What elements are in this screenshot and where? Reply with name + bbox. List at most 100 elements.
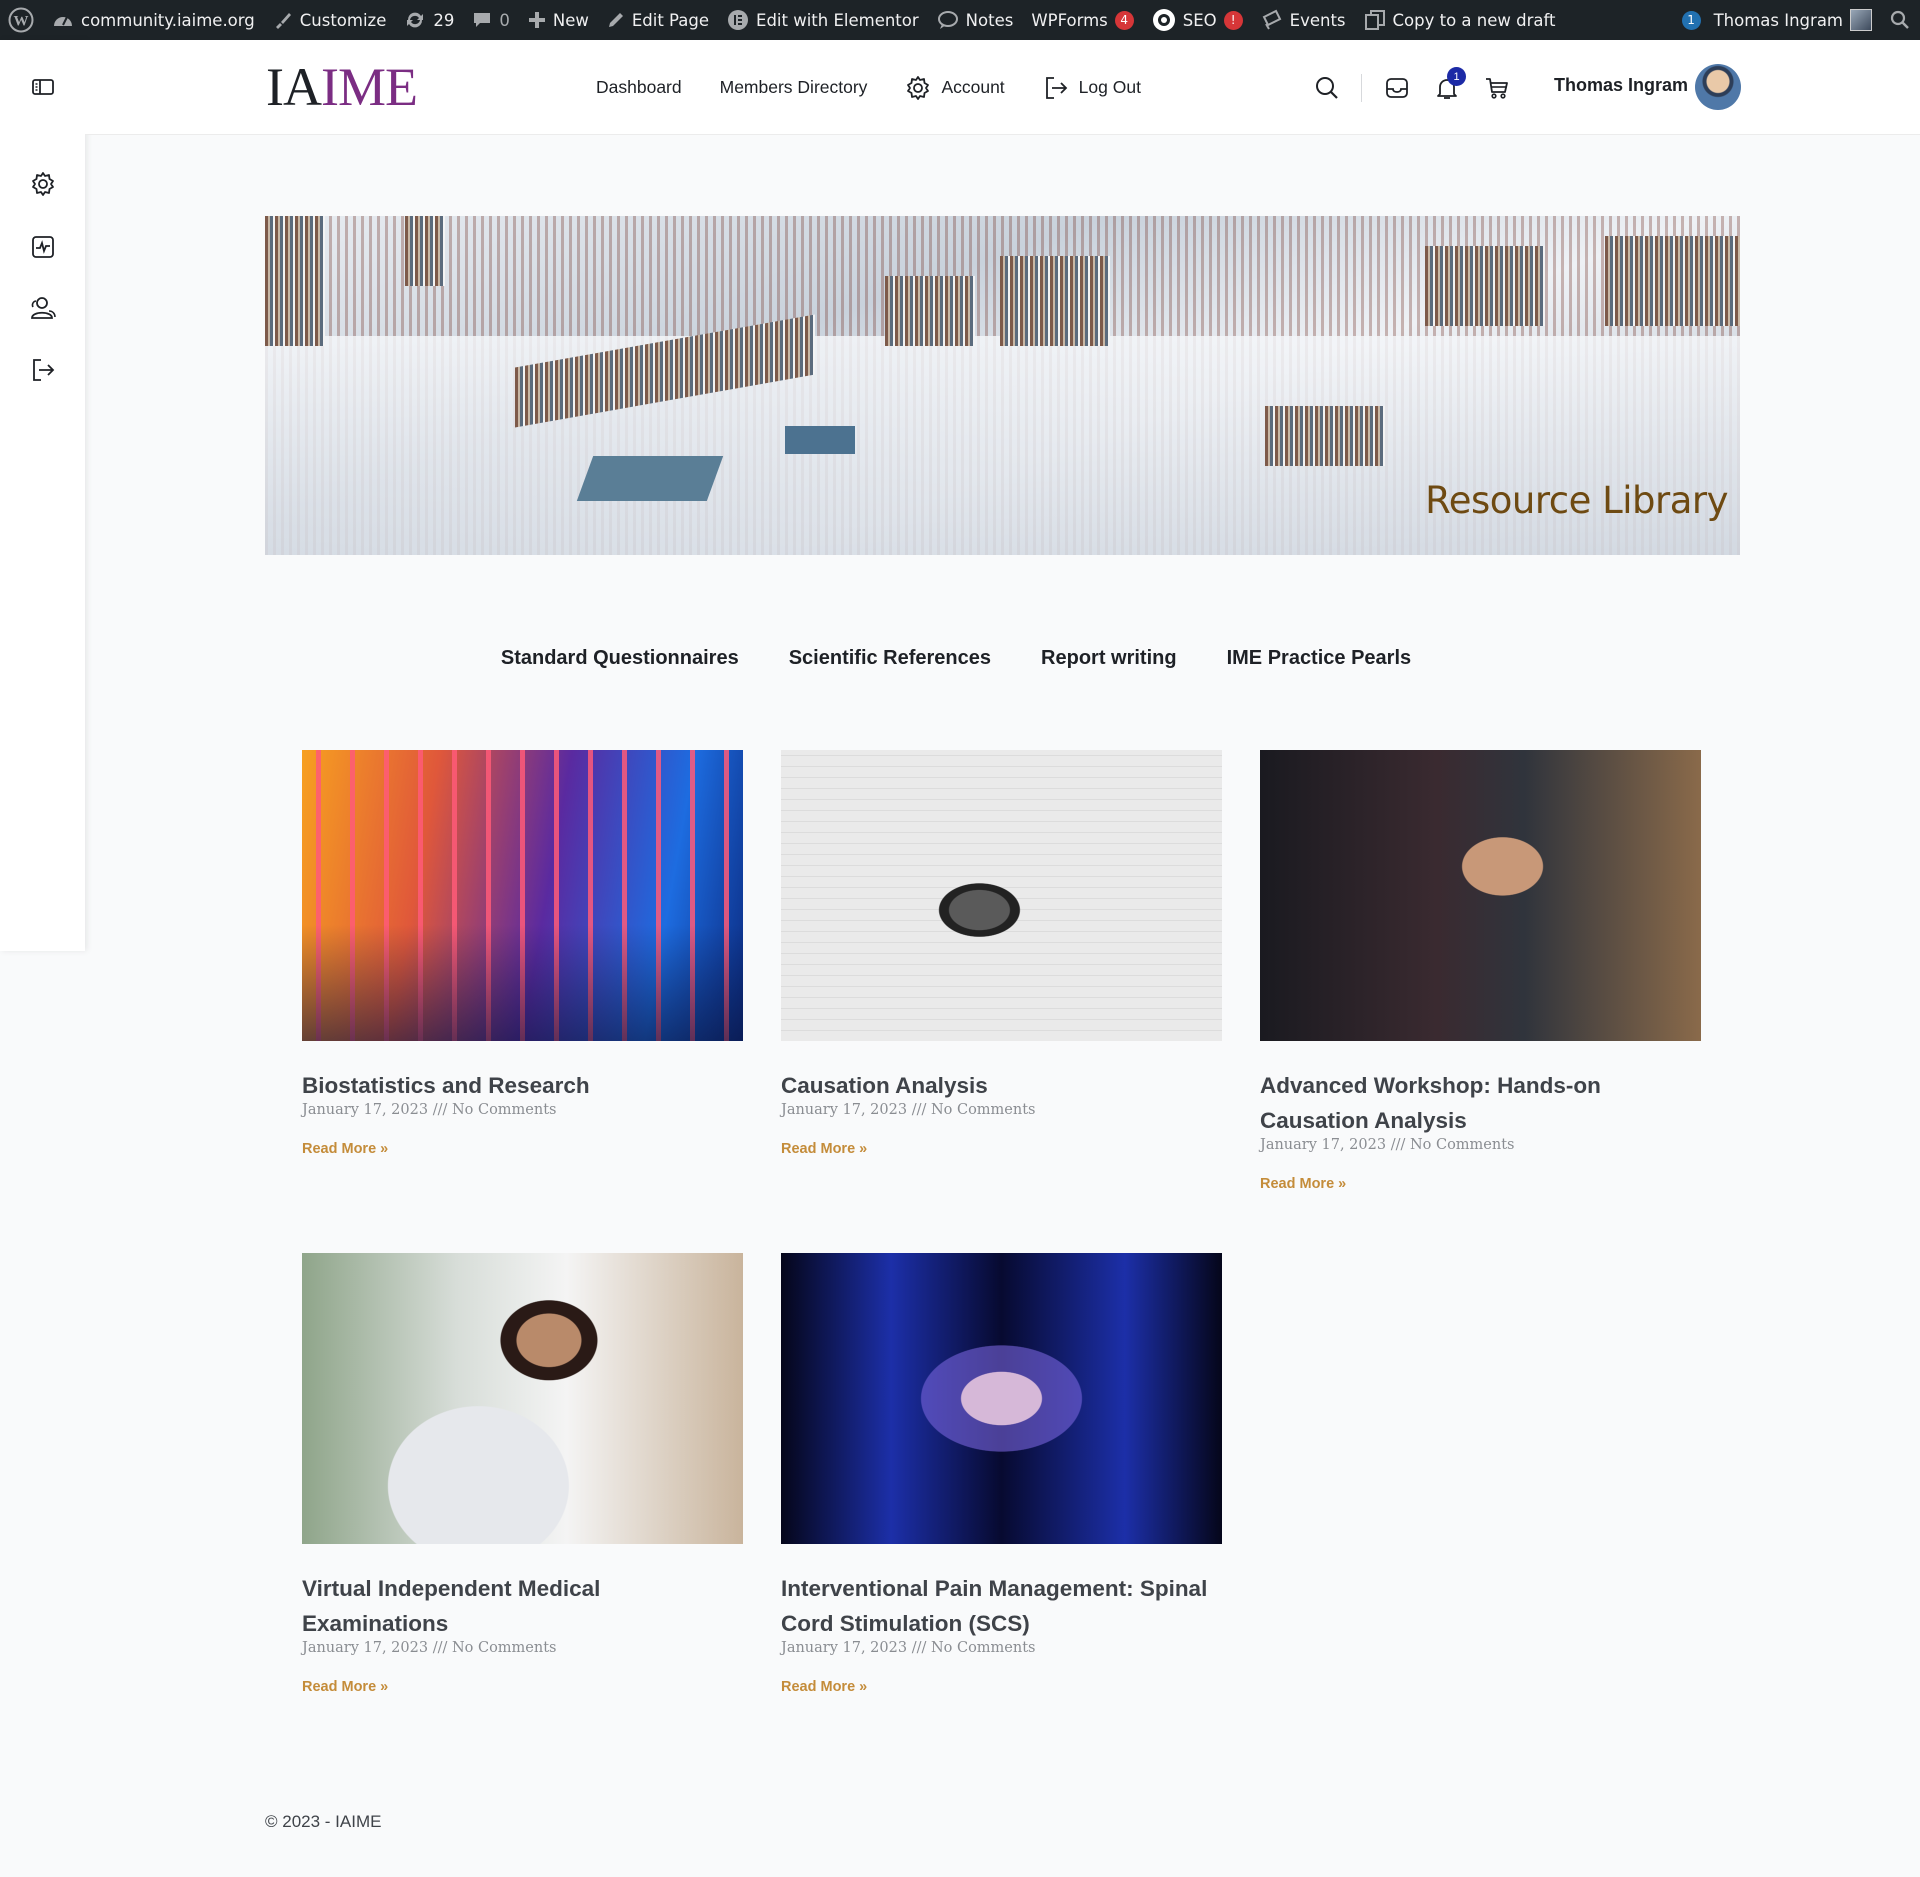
notes-label: Notes (965, 10, 1014, 30)
tab-scientific-references[interactable]: Scientific References (789, 647, 991, 670)
post-title[interactable]: Advanced Workshop: Hands-on Causation An… (1260, 1068, 1701, 1138)
nav-logout[interactable]: Log Out (1043, 75, 1141, 101)
gear-icon (32, 172, 54, 196)
paintbrush-icon (275, 13, 291, 29)
nav-dashboard-label: Dashboard (596, 77, 682, 97)
new-content-button[interactable]: New (519, 0, 598, 40)
post-title[interactable]: Interventional Pain Management: Spinal C… (781, 1571, 1222, 1641)
post-card: Advanced Workshop: Hands-on Causation An… (1260, 750, 1701, 1192)
gear-icon (907, 75, 930, 100)
header-cart-button[interactable] (1482, 73, 1512, 103)
side-members-button[interactable] (28, 293, 58, 323)
copy-draft-label: Copy to a new draft (1392, 10, 1556, 30)
post-card: Biostatistics and Research January 17, 2… (302, 750, 743, 1157)
activity-pulse-icon (32, 236, 54, 258)
wordpress-icon: W (8, 7, 34, 33)
hero-shelf-decor (1605, 236, 1740, 326)
header-divider (1361, 74, 1362, 102)
hero-floor (265, 336, 1740, 555)
logout-icon (33, 359, 55, 381)
logo-text-accent: IME (320, 57, 418, 117)
seo-button[interactable]: SEO ! (1143, 0, 1252, 40)
seo-gear-icon (1152, 9, 1175, 31)
hero-shelf-decor (885, 276, 975, 346)
nav-account[interactable]: Account (905, 75, 1005, 101)
panel-toggle-button[interactable] (28, 72, 58, 102)
wpforms-button[interactable]: WPForms 4 (1022, 0, 1142, 40)
nav-dashboard[interactable]: Dashboard (596, 77, 682, 98)
wordpress-logo-menu[interactable]: W (0, 0, 43, 40)
side-logout-button[interactable] (28, 355, 58, 385)
nav-account-label: Account (941, 77, 1005, 97)
header-notifications-button[interactable]: 1 (1432, 67, 1466, 103)
header-search-button[interactable] (1312, 73, 1342, 103)
post-title[interactable]: Biostatistics and Research (302, 1068, 743, 1103)
account-menu[interactable]: 1 Thomas Ingram (1673, 0, 1881, 40)
edit-page-button[interactable]: Edit Page (598, 0, 718, 40)
seo-label: SEO (1182, 10, 1217, 30)
post-meta: January 17, 2023 /// No Comments (302, 1102, 557, 1118)
post-thumbnail[interactable] (781, 750, 1222, 1041)
updates-button[interactable]: 29 (395, 0, 463, 40)
edit-elementor-label: Edit with Elementor (756, 10, 919, 30)
hero-shelf-decor (1265, 406, 1385, 466)
post-meta: January 17, 2023 /// No Comments (781, 1102, 1036, 1118)
tab-report-writing[interactable]: Report writing (1041, 647, 1177, 670)
updates-count: 29 (433, 10, 455, 30)
post-thumbnail[interactable] (781, 1253, 1222, 1544)
comment-bubble-icon (474, 13, 491, 27)
site-name-menu[interactable]: community.iaime.org (43, 0, 264, 40)
customize-button[interactable]: Customize (264, 0, 396, 40)
read-more-link[interactable]: Read More » (781, 1141, 1222, 1157)
user-notification-badge: 1 (1681, 10, 1701, 30)
header-messages-button[interactable] (1382, 73, 1412, 103)
notes-button[interactable]: Notes (928, 0, 1023, 40)
hero-shelf-decor (1425, 246, 1545, 326)
comments-button[interactable]: 0 (463, 0, 519, 40)
side-settings-button[interactable] (28, 169, 58, 199)
tab-standard-questionnaires[interactable]: Standard Questionnaires (501, 647, 739, 670)
post-title[interactable]: Virtual Independent Medical Examinations (302, 1571, 743, 1641)
footer-copyright: © 2023 - IAIME (265, 1812, 382, 1831)
events-button[interactable]: Events (1252, 0, 1355, 40)
nav-logout-label: Log Out (1078, 77, 1141, 97)
comments-count: 0 (499, 10, 510, 30)
post-thumbnail[interactable] (302, 750, 743, 1041)
wpforms-badge: 4 (1114, 10, 1134, 30)
nav-members-directory-label: Members Directory (719, 77, 868, 97)
post-card: Interventional Pain Management: Spinal C… (781, 1253, 1222, 1695)
read-more-link[interactable]: Read More » (302, 1679, 743, 1695)
inbox-icon (1386, 78, 1408, 98)
dashboard-gauge-icon (54, 16, 72, 26)
hero-sofa (785, 426, 855, 454)
post-title[interactable]: Causation Analysis (781, 1068, 1222, 1103)
post-card: Virtual Independent Medical Examinations… (302, 1253, 743, 1695)
search-icon (1316, 77, 1338, 99)
post-thumbnail[interactable] (302, 1253, 743, 1544)
edit-elementor-button[interactable]: Edit with Elementor (718, 0, 928, 40)
user-avatar[interactable] (1695, 64, 1741, 110)
site-logo[interactable]: IAIME (266, 57, 418, 117)
side-activity-button[interactable] (28, 232, 58, 262)
post-meta: January 17, 2023 /// No Comments (302, 1640, 557, 1656)
admin-search-button[interactable] (1881, 0, 1920, 40)
category-tabs: Standard Questionnaires Scientific Refer… (0, 647, 1920, 670)
pencil-icon (608, 13, 623, 27)
events-label: Events (1289, 10, 1346, 30)
post-meta: January 17, 2023 /// No Comments (781, 1640, 1036, 1656)
nav-members-directory[interactable]: Members Directory (720, 77, 868, 98)
post-card: Causation Analysis January 17, 2023 /// … (781, 750, 1222, 1157)
header-user-name[interactable]: Thomas Ingram (1554, 75, 1688, 96)
events-ticket-icon (1262, 9, 1281, 30)
read-more-link[interactable]: Read More » (781, 1679, 1222, 1695)
site-header: IAIME Dashboard Members Directory Accoun… (85, 40, 1920, 135)
edit-page-label: Edit Page (631, 10, 710, 30)
read-more-link[interactable]: Read More » (1260, 1176, 1701, 1192)
hero-banner: Resource Library (265, 216, 1740, 555)
read-more-link[interactable]: Read More » (302, 1141, 743, 1157)
copy-icon (1364, 10, 1385, 30)
post-thumbnail[interactable] (1260, 750, 1701, 1041)
tab-ime-practice-pearls[interactable]: IME Practice Pearls (1227, 647, 1412, 670)
copy-draft-button[interactable]: Copy to a new draft (1355, 0, 1565, 40)
hero-title: Resource Library (1425, 479, 1728, 522)
